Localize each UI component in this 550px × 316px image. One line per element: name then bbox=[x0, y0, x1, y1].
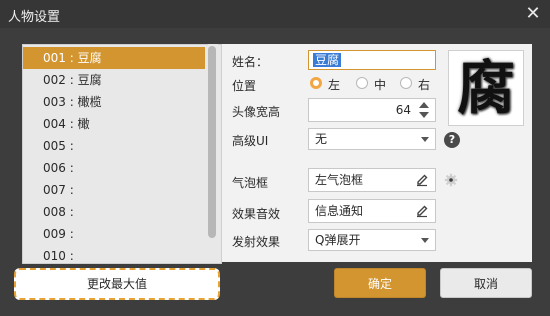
dialog-window: 人物设置 ✕ 001 : 豆腐 002 : 豆腐 003 : 橄榄 004 : … bbox=[0, 0, 550, 316]
launch-effect-select[interactable]: Q弹展开 bbox=[308, 229, 436, 251]
edit-icon[interactable] bbox=[415, 204, 429, 218]
bubble-label: 气泡框 bbox=[232, 176, 269, 190]
spinner-arrows-icon[interactable] bbox=[417, 101, 431, 119]
radio-unchecked-icon bbox=[400, 77, 412, 89]
close-icon[interactable]: ✕ bbox=[522, 3, 544, 25]
edit-icon[interactable] bbox=[415, 173, 429, 187]
position-radio-left[interactable]: 左 bbox=[310, 76, 346, 92]
advanced-ui-select[interactable]: 无 bbox=[308, 128, 436, 150]
avatar-size-label: 头像宽高 bbox=[232, 105, 281, 119]
list-item[interactable]: 010 : bbox=[23, 245, 205, 263]
list-item[interactable]: 001 : 豆腐 bbox=[23, 47, 205, 69]
advanced-ui-value: 无 bbox=[315, 132, 328, 146]
radio-label: 中 bbox=[374, 78, 387, 92]
list-item[interactable]: 002 : 豆腐 bbox=[23, 69, 205, 91]
gear-icon[interactable] bbox=[444, 173, 458, 187]
window-title: 人物设置 bbox=[8, 10, 61, 25]
dropdown-caret-icon bbox=[421, 137, 429, 142]
radio-checked-icon bbox=[310, 77, 322, 89]
launch-effect-label: 发射效果 bbox=[232, 235, 281, 249]
list-item[interactable]: 004 : 橄 bbox=[23, 113, 205, 135]
avatar-preview[interactable]: 腐 bbox=[448, 50, 524, 126]
bubble-value: 左气泡框 bbox=[315, 173, 364, 187]
sfx-value: 信息通知 bbox=[315, 204, 364, 218]
avatar-size-value: 64 bbox=[395, 103, 411, 117]
list-item[interactable]: 003 : 橄榄 bbox=[23, 91, 205, 113]
radio-label: 右 bbox=[418, 78, 431, 92]
name-input-value: 豆腐 bbox=[313, 53, 342, 67]
help-icon[interactable]: ? bbox=[444, 132, 460, 148]
name-input[interactable]: 豆腐 bbox=[308, 50, 436, 70]
name-label: 姓名： bbox=[232, 55, 269, 69]
launch-effect-value: Q弹展开 bbox=[315, 233, 361, 247]
title-bar: 人物设置 ✕ bbox=[0, 0, 550, 28]
position-radio-center[interactable]: 中 bbox=[356, 76, 392, 92]
list-item[interactable]: 009 : bbox=[23, 223, 205, 245]
radio-unchecked-icon bbox=[356, 77, 368, 89]
position-label: 位置 bbox=[232, 79, 257, 93]
list-item[interactable]: 008 : bbox=[23, 201, 205, 223]
sfx-label: 效果音效 bbox=[232, 207, 281, 221]
ok-button[interactable]: 确定 bbox=[334, 268, 426, 298]
change-max-button[interactable]: 更改最大值 bbox=[14, 268, 220, 300]
position-radio-right[interactable]: 右 bbox=[400, 76, 436, 92]
list-item[interactable]: 006 : bbox=[23, 157, 205, 179]
bubble-field[interactable]: 左气泡框 bbox=[308, 168, 436, 192]
character-list: 001 : 豆腐 002 : 豆腐 003 : 橄榄 004 : 橄 005 :… bbox=[22, 44, 222, 264]
list-scrollbar-thumb[interactable] bbox=[208, 46, 216, 238]
avatar-size-stepper[interactable]: 64 bbox=[308, 98, 436, 122]
cancel-button[interactable]: 取消 bbox=[440, 268, 532, 298]
list-item[interactable]: 007 : bbox=[23, 179, 205, 201]
radio-label: 左 bbox=[328, 78, 341, 92]
sfx-field[interactable]: 信息通知 bbox=[308, 199, 436, 223]
list-item[interactable]: 005 : bbox=[23, 135, 205, 157]
advanced-ui-label: 高级UI bbox=[232, 134, 269, 148]
dropdown-caret-icon bbox=[421, 238, 429, 243]
avatar-image: 腐 bbox=[456, 54, 515, 122]
